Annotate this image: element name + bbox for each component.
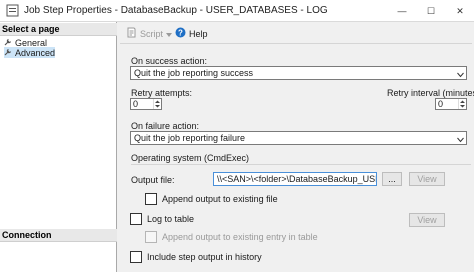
connection-header: Connection — [0, 229, 117, 242]
page-item-label: General — [15, 37, 48, 48]
append-table-checkbox-row[interactable]: Append output to existing entry in table — [145, 231, 318, 243]
log-to-table-checkbox-row[interactable]: Log to table — [130, 213, 194, 225]
close-button[interactable]: ✕ — [446, 0, 474, 22]
chevron-down-icon — [457, 70, 464, 78]
retry-interval-value: 0 — [438, 99, 444, 109]
append-output-checkbox[interactable] — [145, 193, 157, 205]
spinner-arrows-icon — [153, 99, 161, 109]
output-file-value: \\<SAN>\<folder>\DatabaseBackup_USER_LC — [217, 174, 376, 184]
retry-interval-stepper[interactable]: 0 — [435, 98, 467, 110]
chevron-down-icon — [457, 135, 464, 143]
minimize-icon: — — [397, 6, 407, 16]
append-table-label: Append output to existing entry in table — [162, 232, 318, 242]
on-failure-value: Quit the job reporting failure — [134, 133, 246, 143]
append-output-label: Append output to existing file — [162, 194, 278, 204]
retry-attempts-value: 0 — [133, 99, 139, 109]
page-item-label: Advanced — [15, 47, 56, 58]
view-table-button[interactable]: View — [409, 213, 445, 227]
include-history-checkbox-row[interactable]: Include step output in history — [130, 251, 262, 263]
close-icon: ✕ — [456, 5, 464, 16]
output-file-label: Output file: — [131, 175, 175, 185]
on-success-dropdown[interactable]: Quit the job reporting success — [130, 66, 467, 80]
on-failure-dropdown[interactable]: Quit the job reporting failure — [130, 131, 467, 145]
view-table-label: View — [417, 215, 437, 225]
retry-interval-label: Retry interval (minutes): — [387, 88, 474, 98]
log-to-table-label: Log to table — [147, 214, 195, 224]
select-page-header: Select a page — [0, 23, 117, 36]
script-label: Script — [140, 28, 164, 39]
retry-attempts-stepper[interactable]: 0 — [130, 98, 162, 110]
view-label: View — [417, 174, 437, 184]
help-label: Help — [189, 28, 208, 39]
on-success-label: On success action: — [131, 56, 208, 66]
chevron-down-icon — [166, 29, 173, 39]
spinner-arrows-icon — [458, 99, 466, 109]
minimize-button[interactable]: — — [388, 0, 416, 22]
append-output-checkbox-row[interactable]: Append output to existing file — [145, 193, 278, 205]
on-failure-label: On failure action: — [131, 121, 200, 131]
include-history-label: Include step output in history — [147, 252, 262, 262]
maximize-button[interactable]: ☐ — [417, 0, 445, 22]
wrench-icon — [4, 48, 12, 58]
log-to-table-checkbox[interactable] — [130, 213, 142, 225]
app-icon — [6, 4, 19, 17]
help-button[interactable]: ? Help — [175, 27, 208, 40]
maximize-icon: ☐ — [426, 5, 436, 16]
retry-attempts-label: Retry attempts: — [131, 88, 193, 98]
svg-text:?: ? — [178, 28, 183, 37]
browse-label: ... — [388, 174, 396, 184]
browse-button[interactable]: ... — [382, 172, 402, 186]
script-icon — [126, 27, 137, 40]
toolbar-divider — [120, 43, 472, 44]
os-section-label: Operating system (CmdExec) — [131, 153, 250, 163]
view-output-file-button[interactable]: View — [409, 172, 445, 186]
os-section-divider — [131, 164, 471, 165]
help-icon: ? — [175, 27, 186, 40]
script-button[interactable]: Script — [126, 27, 173, 40]
wrench-icon — [4, 38, 12, 48]
on-success-value: Quit the job reporting success — [134, 68, 254, 78]
append-table-checkbox[interactable] — [145, 231, 157, 243]
output-file-input[interactable]: \\<SAN>\<folder>\DatabaseBackup_USER_LC — [213, 172, 377, 186]
include-history-checkbox[interactable] — [130, 251, 142, 263]
page-item-advanced[interactable]: Advanced — [4, 47, 56, 58]
window-title: Job Step Properties - DatabaseBackup - U… — [24, 5, 328, 16]
